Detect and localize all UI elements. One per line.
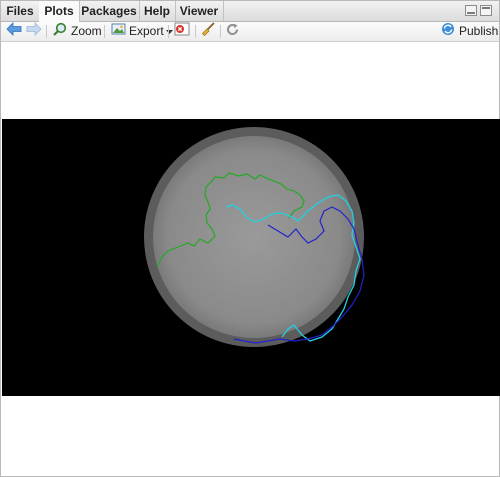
broom-icon: [201, 21, 216, 42]
tab-files[interactable]: Files: [1, 1, 40, 21]
minimize-pane-button[interactable]: [465, 5, 477, 16]
toolbar-separator: [104, 25, 105, 38]
chevron-down-icon: [165, 23, 173, 40]
publish-button[interactable]: Publish: [441, 23, 498, 40]
export-button[interactable]: Export: [111, 23, 173, 40]
plot-canvas: [2, 119, 500, 396]
tab-bar: Files Plots Packages Help Viewer: [1, 1, 499, 22]
globe-surface: [153, 136, 355, 338]
publish-icon: [441, 22, 455, 41]
arrow-right-icon: [26, 22, 42, 41]
maximize-pane-button[interactable]: [480, 5, 492, 16]
export-image-icon: [111, 22, 126, 41]
zoom-label: Zoom: [71, 24, 102, 38]
plots-toolbar: Zoom Export Publish: [1, 21, 499, 42]
clear-all-plots-button[interactable]: [201, 21, 216, 42]
refresh-icon: [225, 22, 240, 42]
tab-plots[interactable]: Plots: [39, 1, 80, 22]
refresh-button[interactable]: [225, 23, 240, 40]
zoom-button[interactable]: Zoom: [53, 22, 102, 41]
remove-plot-button[interactable]: [174, 22, 190, 41]
tab-help[interactable]: Help: [139, 1, 176, 21]
back-button[interactable]: [6, 22, 22, 41]
toolbar-separator: [46, 25, 47, 38]
toolbar-separator: [195, 25, 196, 38]
plots-pane: Files Plots Packages Help Viewer Zoom Ex…: [0, 0, 500, 477]
forward-button[interactable]: [26, 22, 42, 41]
tab-packages[interactable]: Packages: [79, 1, 140, 21]
toolbar-separator: [168, 25, 169, 38]
toolbar-separator: [220, 25, 221, 38]
globe-plot: [2, 119, 500, 396]
zoom-icon: [53, 22, 67, 41]
arrow-left-icon: [6, 22, 22, 41]
export-label: Export: [129, 24, 164, 38]
remove-plot-icon: [174, 22, 190, 41]
tab-viewer[interactable]: Viewer: [175, 1, 224, 21]
publish-label: Publish: [459, 24, 499, 38]
